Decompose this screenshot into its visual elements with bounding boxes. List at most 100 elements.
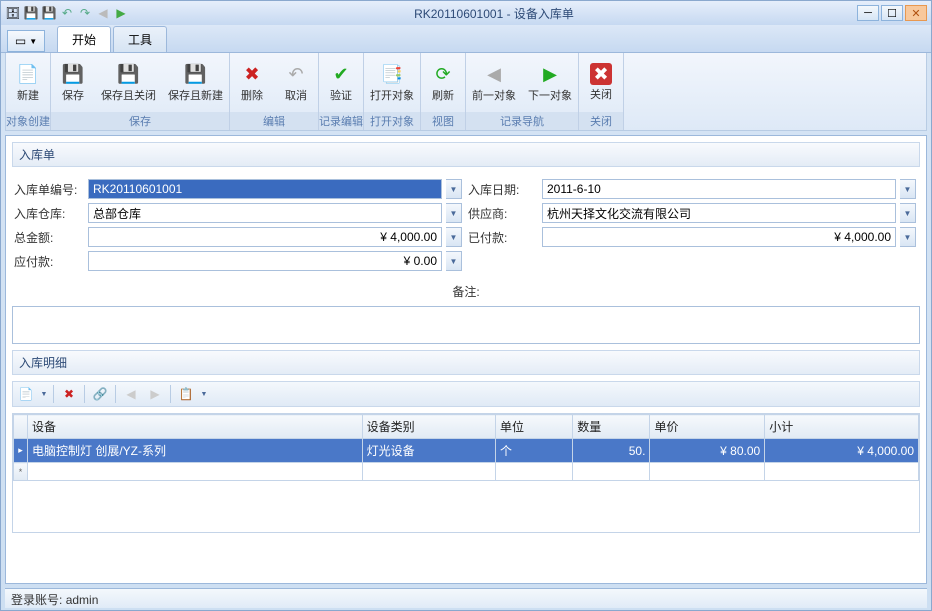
cell-price[interactable]: ¥ 80.00 [650,439,765,463]
doc-no-dropdown[interactable]: ▼ [446,179,462,199]
detail-section-title: 入库明细 [12,350,920,375]
chevron-down-icon: ▼ [29,37,37,46]
paid-label: 已付款: [468,229,538,246]
column-header[interactable]: 小计 [765,415,919,439]
refresh-label: 刷新 [432,87,454,103]
save-new-button[interactable]: 💾保存且新建 [162,53,229,112]
tab-tools[interactable]: 工具 [113,26,167,52]
window-title: RK20110601001 - 设备入库单 [131,5,857,22]
new-icon: 📄 [16,62,40,86]
detail-prev-button[interactable]: ◀ [120,384,142,404]
window-close-button[interactable]: ✕ [905,5,927,21]
detail-delete-button[interactable]: ✖ [58,384,80,404]
detail-new-dropdown[interactable]: ▼ [39,391,49,398]
ribbon-group-title: 编辑 [230,112,318,130]
refresh-button[interactable]: ⟳刷新 [421,53,465,112]
close-icon: ✖ [590,63,612,85]
ribbon: 📄新建对象创建💾保存💾保存且关闭💾保存且新建保存✖删除↶取消编辑✔验证记录编辑📑… [5,53,927,131]
refresh-icon: ⟳ [431,62,455,86]
column-header[interactable]: 设备类别 [362,415,495,439]
save-close-button[interactable]: 💾保存且关闭 [95,53,162,112]
save-button[interactable]: 💾保存 [51,53,95,112]
ribbon-group-title: 对象创建 [6,112,50,130]
qat-undo-icon[interactable]: ↶ [59,5,75,21]
ribbon-group-title: 记录编辑 [319,112,363,130]
due-input [88,251,442,271]
open-object-button[interactable]: 📑打开对象 [364,53,420,112]
cell-subtotal[interactable]: ¥ 4,000.00 [765,439,919,463]
qat-save-icon[interactable]: 💾 [23,5,39,21]
detail-link-button[interactable]: 🔗 [89,384,111,404]
close-label: 关闭 [590,86,612,102]
column-header[interactable]: 单价 [650,415,765,439]
doc-no-label: 入库单编号: [14,181,84,198]
due-dropdown[interactable]: ▼ [446,251,462,271]
save-new-icon: 💾 [184,62,208,86]
ribbon-group-title: 保存 [51,112,229,130]
qat-redo-icon[interactable]: ↷ [77,5,93,21]
maximize-button[interactable]: ☐ [881,5,903,21]
detail-new-button[interactable]: 📄 [15,384,37,404]
new-label: 新建 [17,87,39,103]
cell-unit[interactable]: 个 [495,439,572,463]
detail-table[interactable]: 设备设备类别单位数量单价小计 ▸电脑控制灯 创展/YZ-系列灯光设备个50.¥ … [13,414,919,481]
detail-export-dropdown[interactable]: ▼ [199,391,209,398]
new-button[interactable]: 📄新建 [6,53,50,112]
form-grid: 入库单编号: ▼ 入库日期: ▼ 入库仓库: ▼ 供应商: ▼ 总金额: ▼ 已… [12,173,920,277]
qat-prev-icon[interactable]: ◀ [95,5,111,21]
form-section-title: 入库单 [12,142,920,167]
detail-next-button[interactable]: ▶ [144,384,166,404]
table-new-row[interactable]: * [14,463,919,481]
validate-icon: ✔ [329,62,353,86]
open-object-label: 打开对象 [370,87,414,103]
tab-start[interactable]: 开始 [57,26,111,52]
file-icon: ▭ [15,34,26,48]
total-dropdown[interactable]: ▼ [446,227,462,247]
doc-no-input[interactable] [88,179,442,199]
prev-object-icon: ◀ [482,62,506,86]
delete-button[interactable]: ✖删除 [230,53,274,112]
cell-qty[interactable]: 50. [573,439,650,463]
ribbon-group-title: 打开对象 [364,112,420,130]
supplier-label: 供应商: [468,205,538,222]
table-row[interactable]: ▸电脑控制灯 创展/YZ-系列灯光设备个50.¥ 80.00¥ 4,000.00 [14,439,919,463]
date-input[interactable] [542,179,896,199]
file-menu-button[interactable]: ▭ ▼ [7,30,45,52]
cancel-button[interactable]: ↶取消 [274,53,318,112]
qat-save-close-icon[interactable]: 💾 [41,5,57,21]
cell-category[interactable]: 灯光设备 [362,439,495,463]
save-new-label: 保存且新建 [168,87,223,103]
remarks-label: 备注: [452,283,479,300]
save-close-icon: 💾 [117,62,141,86]
column-header[interactable]: 单位 [495,415,572,439]
supplier-input[interactable] [542,203,896,223]
open-object-icon: 📑 [380,62,404,86]
titlebar: 🗄 💾 💾 ↶ ↷ ◀ ▶ RK20110601001 - 设备入库单 ─ ☐ … [1,1,931,25]
warehouse-input[interactable] [88,203,442,223]
save-close-label: 保存且关闭 [101,87,156,103]
next-object-button[interactable]: ▶下一对象 [522,53,578,112]
save-label: 保存 [62,87,84,103]
validate-button[interactable]: ✔验证 [319,53,363,112]
column-header[interactable]: 数量 [573,415,650,439]
qat-next-icon[interactable]: ▶ [113,5,129,21]
detail-export-button[interactable]: 📋 [175,384,197,404]
total-input [88,227,442,247]
prev-object-button[interactable]: ◀前一对象 [466,53,522,112]
paid-dropdown[interactable]: ▼ [900,227,916,247]
column-header[interactable]: 设备 [28,415,363,439]
next-object-label: 下一对象 [528,87,572,103]
warehouse-dropdown[interactable]: ▼ [446,203,462,223]
delete-label: 删除 [241,87,263,103]
supplier-dropdown[interactable]: ▼ [900,203,916,223]
next-object-icon: ▶ [538,62,562,86]
cell-device[interactable]: 电脑控制灯 创展/YZ-系列 [28,439,363,463]
cancel-label: 取消 [285,87,307,103]
warehouse-label: 入库仓库: [14,205,84,222]
minimize-button[interactable]: ─ [857,5,879,21]
status-bar: 登录账号: admin [5,588,927,608]
close-button[interactable]: ✖关闭 [579,53,623,112]
remarks-input[interactable] [12,306,920,344]
paid-input [542,227,896,247]
date-dropdown[interactable]: ▼ [900,179,916,199]
